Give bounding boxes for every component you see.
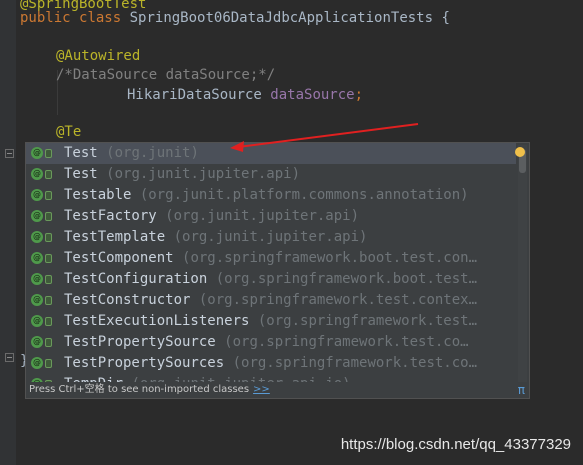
watermark-text: https://blog.csdn.net/qq_43377329 <box>340 436 571 453</box>
arrow-line <box>237 123 419 148</box>
arrow-head-icon <box>230 141 244 152</box>
annotation-arrow <box>230 123 419 152</box>
